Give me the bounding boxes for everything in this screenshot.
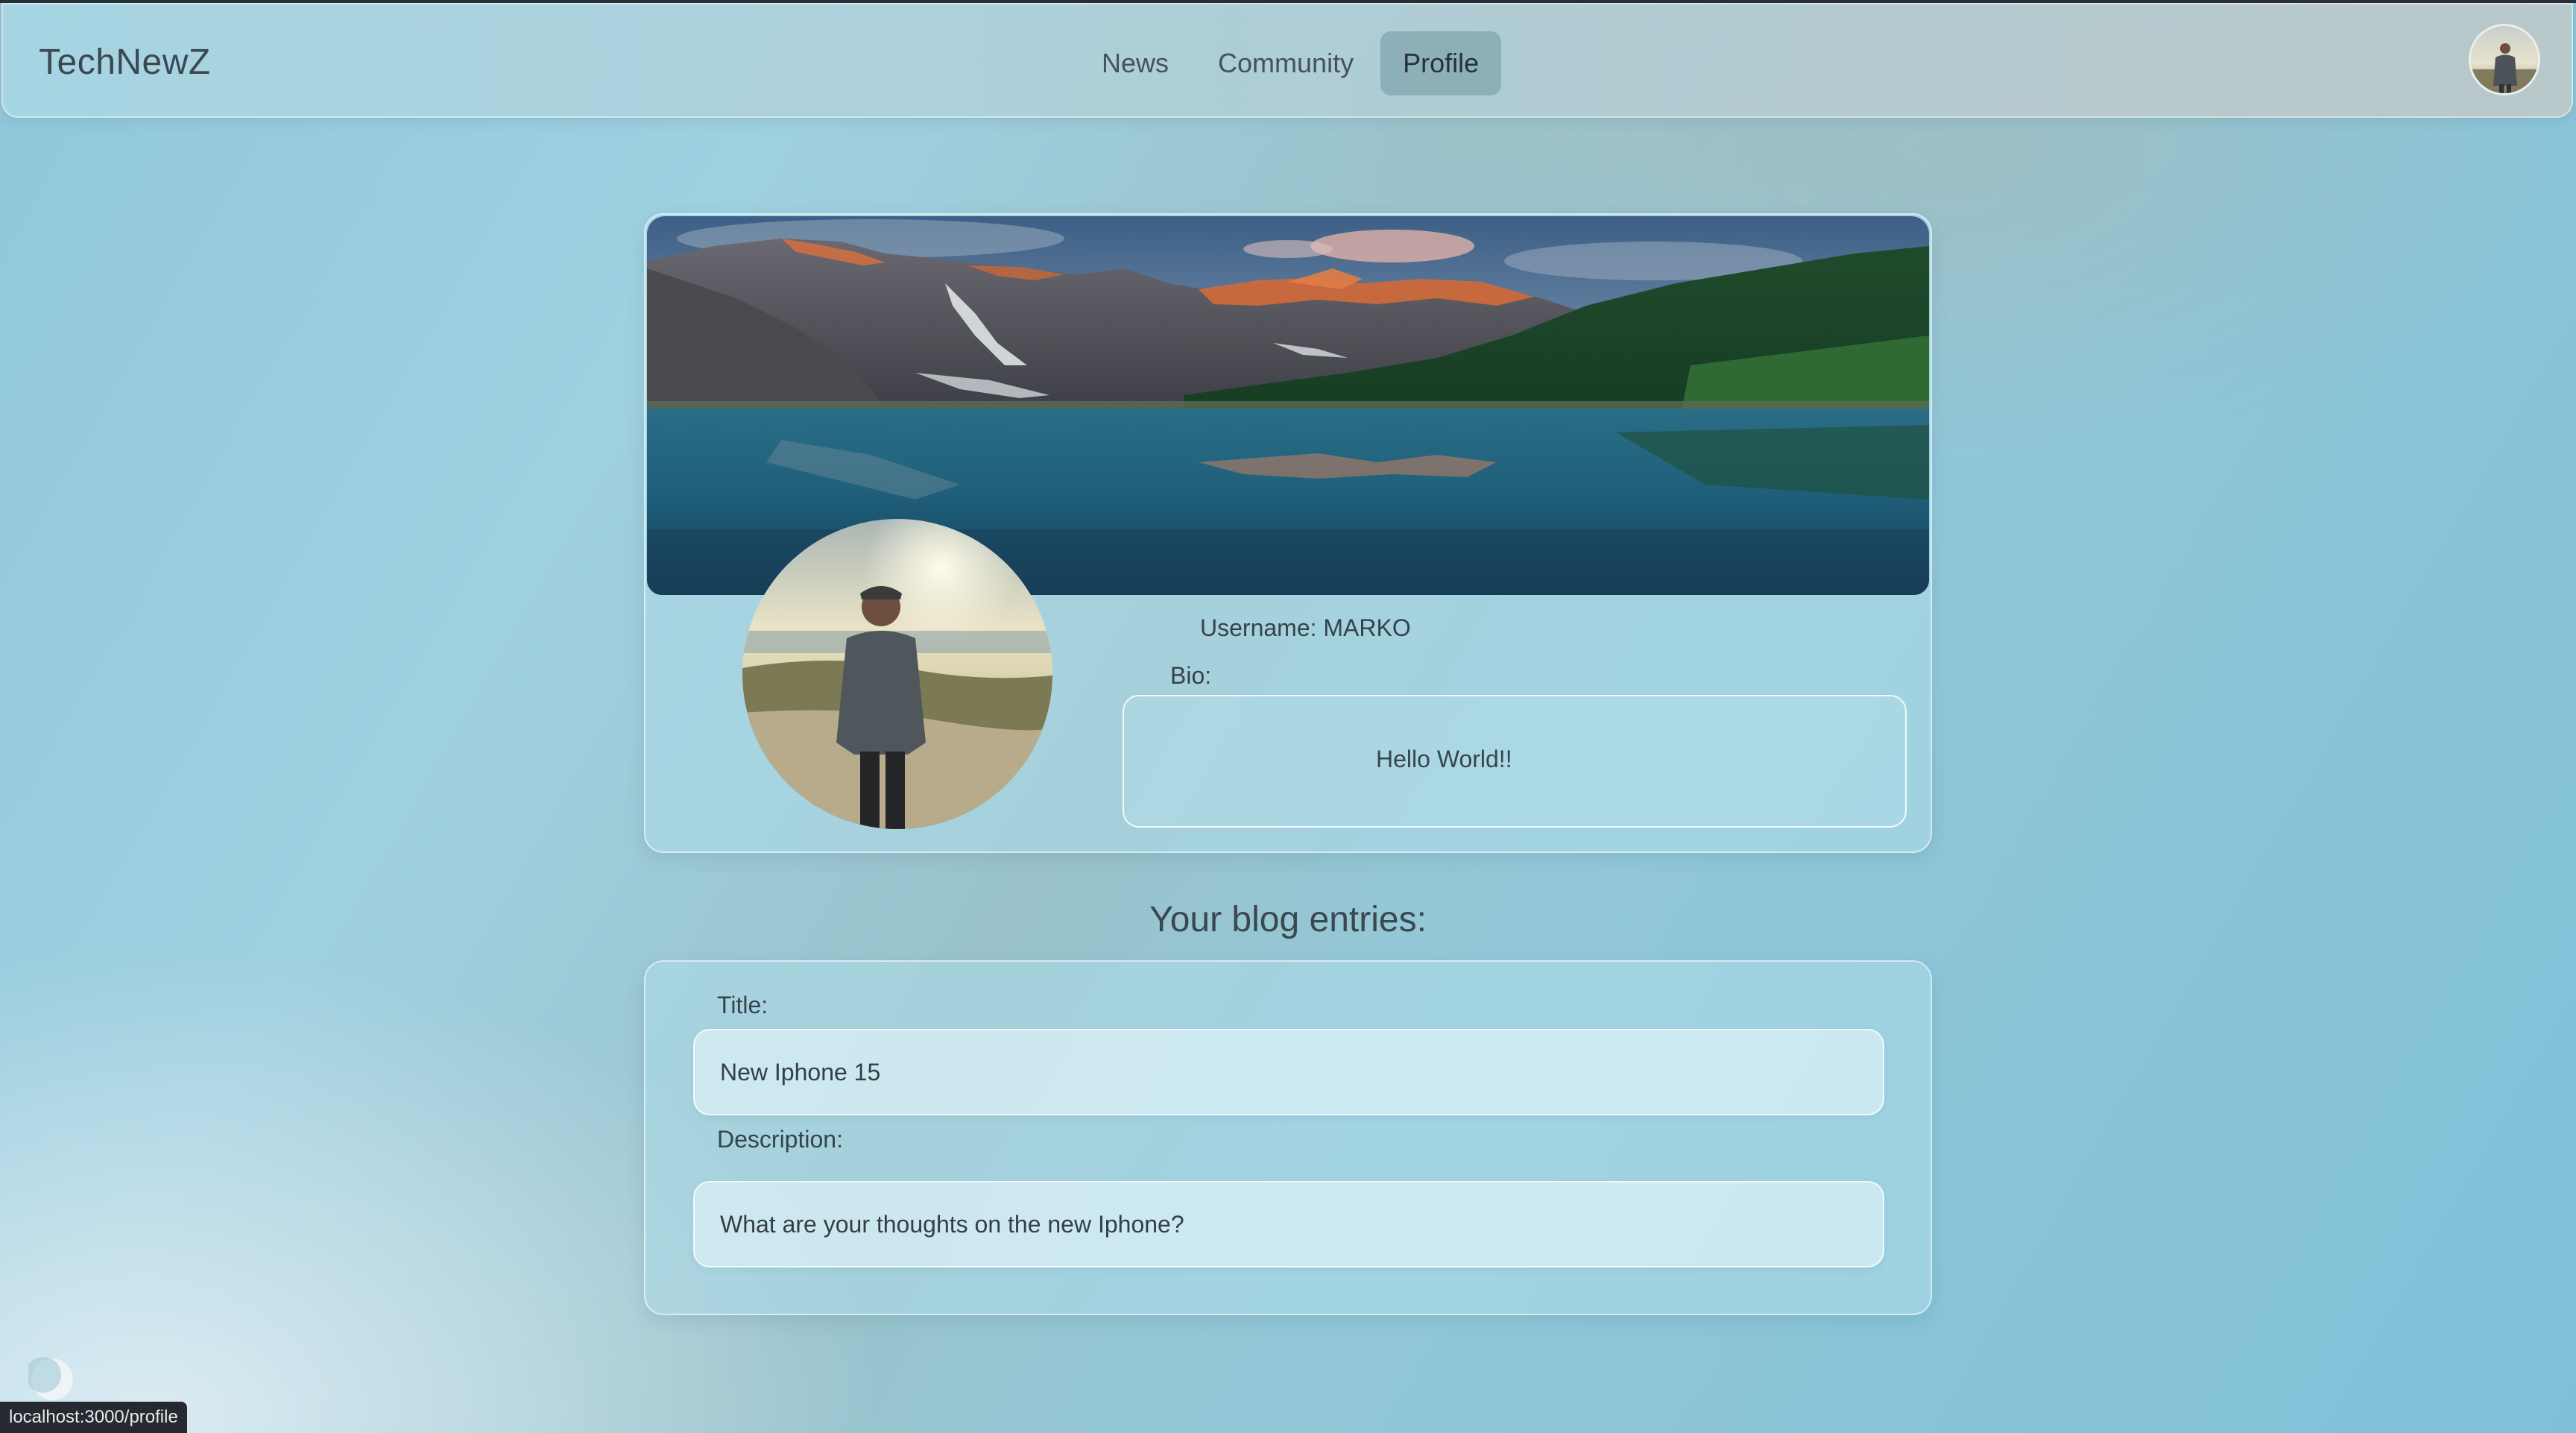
bio-label: Bio: [1170, 662, 1212, 689]
blog-entry-card: Title: New Iphone 15 Description: What a… [644, 960, 1932, 1315]
brand-logo[interactable]: TechNewZ [39, 42, 211, 83]
user-avatar[interactable] [2469, 24, 2540, 95]
navbar: TechNewZ News Community Profile [1, 3, 2573, 118]
nav-item-profile[interactable]: Profile [1380, 31, 1502, 95]
title-value: New Iphone 15 [720, 1059, 881, 1086]
profile-card: Username: MARKO Bio: Hello World!! [644, 213, 1932, 853]
bio-box: Hello World!! [1123, 695, 1907, 828]
title-label: Title: [717, 992, 768, 1018]
bio-text: Hello World!! [1376, 746, 1512, 772]
blog-section-title: Your blog entries: [1149, 900, 1427, 939]
theme-toggle-moon-icon[interactable] [25, 1355, 76, 1403]
nav-item-news[interactable]: News [1079, 31, 1191, 95]
status-bar-url: localhost:3000/profile [0, 1402, 187, 1433]
description-value: What are your thoughts on the new Iphone… [720, 1211, 1184, 1238]
nav-links: News Community Profile [1079, 31, 1502, 95]
profile-photo [742, 519, 1052, 829]
username-label: Username: MARKO [1200, 614, 1411, 641]
description-label: Description: [717, 1126, 843, 1153]
nav-item-community[interactable]: Community [1196, 31, 1376, 95]
description-field[interactable]: What are your thoughts on the new Iphone… [693, 1181, 1884, 1267]
title-field[interactable]: New Iphone 15 [693, 1029, 1884, 1115]
